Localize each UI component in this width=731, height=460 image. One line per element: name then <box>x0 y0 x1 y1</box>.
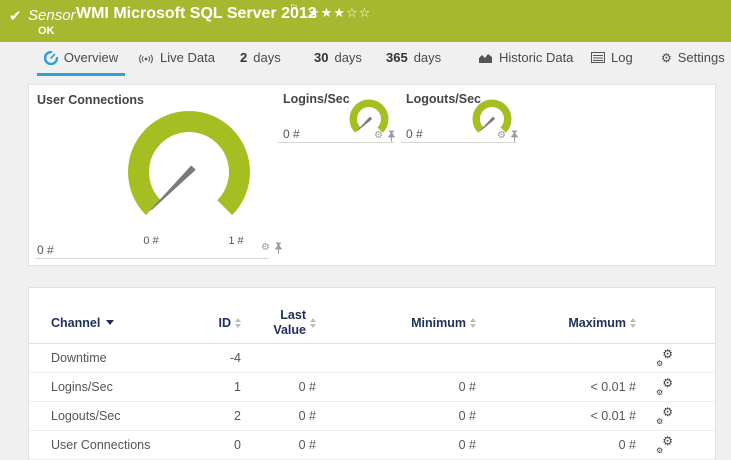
tab-label: Overview <box>63 50 119 65</box>
widget-underline <box>278 142 394 143</box>
tab-historic-data[interactable]: Historic Data <box>478 42 573 73</box>
gauge-icon <box>43 50 58 65</box>
flag-icon[interactable]: ⚐ <box>289 2 299 15</box>
channel-minimum: 0 # <box>458 380 476 394</box>
column-header-minimum[interactable]: Minimum <box>316 316 476 330</box>
tab-2-days[interactable]: 2 days <box>240 42 281 73</box>
channel-last-value: 0 # <box>298 380 316 394</box>
tab-label: Live Data <box>160 50 215 65</box>
gauge-widget-actions: ⚙ <box>261 242 283 254</box>
tab-label: Log <box>611 50 633 65</box>
channel-id: 2 <box>234 409 241 423</box>
column-header-id[interactable]: ID <box>196 316 241 330</box>
gear-icon[interactable]: ⚙ <box>497 131 506 141</box>
tab-live-data[interactable]: Live Data <box>138 42 215 73</box>
channel-name[interactable]: Logins/Sec <box>29 380 196 394</box>
object-kind-label: Sensor <box>28 7 76 24</box>
widget-underline <box>35 258 269 259</box>
tab-label: Historic Data <box>499 50 574 65</box>
channel-id: 1 <box>234 380 241 394</box>
sort-icon <box>630 317 636 328</box>
chart-icon <box>478 52 493 64</box>
priority-stars[interactable]: ★★★☆☆ <box>308 5 371 21</box>
table-row-logouts: Logouts/Sec 2 0 # 0 # < 0.01 # ⚙ ⚙ <box>29 402 715 431</box>
column-header-last-value[interactable]: Last Value <box>241 308 316 337</box>
tab-log[interactable]: Log <box>591 42 633 73</box>
tab-label: days <box>253 50 281 65</box>
live-signal-icon <box>138 52 154 64</box>
sort-desc-icon <box>106 320 115 325</box>
column-label: Minimum <box>411 315 466 330</box>
gear-icon[interactable]: ⚙ <box>374 131 383 141</box>
table-row-logins: Logins/Sec 1 0 # 0 # < 0.01 # ⚙ ⚙ <box>29 373 715 402</box>
user-connections-gauge <box>128 110 250 216</box>
log-list-icon <box>591 52 605 63</box>
gauge-widget-actions: ⚙ <box>374 130 396 142</box>
status-ok-check-icon: ✔ <box>9 8 22 25</box>
channel-settings-gears-icon[interactable]: ⚙ ⚙ <box>656 435 673 455</box>
gauge-needle <box>151 165 196 210</box>
channel-name[interactable]: User Connections <box>29 438 196 452</box>
gauge-current-value: 0 # <box>406 127 423 141</box>
channel-maximum: 0 # <box>618 438 636 452</box>
table-row-downtime: Downtime -4 ⚙ ⚙ <box>29 344 715 373</box>
settings-gear-icon: ⚙ <box>661 50 672 65</box>
pin-icon[interactable] <box>387 130 396 142</box>
tab-label: Settings <box>677 50 725 65</box>
overview-gauges-panel: User Connections 0 # 1 # 0 # ⚙ Logins/Se… <box>28 84 716 266</box>
channel-settings-gears-icon[interactable]: ⚙ ⚙ <box>656 377 673 397</box>
tab-label: days <box>334 50 362 65</box>
gear-icon[interactable]: ⚙ <box>261 243 270 253</box>
widget-underline <box>401 142 517 143</box>
tab-365-days[interactable]: 365 days <box>386 42 441 73</box>
channel-id: -4 <box>229 351 241 365</box>
channel-id: 0 <box>234 438 241 452</box>
gauge-widget-actions: ⚙ <box>497 130 519 142</box>
gauge-needle <box>357 116 373 131</box>
sensor-title: WMI Microsoft SQL Server 2012 <box>76 5 317 22</box>
tab-settings[interactable]: ⚙ Settings <box>661 42 725 73</box>
channel-name[interactable]: Logouts/Sec <box>29 409 196 423</box>
column-label: Channel <box>51 315 101 330</box>
channel-name[interactable]: Downtime <box>29 351 196 365</box>
pin-icon[interactable] <box>510 130 519 142</box>
channel-minimum: 0 # <box>458 438 476 452</box>
table-row-user-connections: User Connections 0 0 # 0 # 0 # ⚙ ⚙ <box>29 431 715 460</box>
status-badge: OK <box>38 25 55 37</box>
gauge-scale-min: 0 # <box>143 235 159 247</box>
tab-number: 365 <box>386 50 408 65</box>
channel-minimum: 0 # <box>458 409 476 423</box>
channel-settings-gears-icon[interactable]: ⚙ ⚙ <box>656 406 673 426</box>
channels-table-panel: Channel ID Last Value Minimum Maximum Do… <box>28 287 716 460</box>
channel-maximum: < 0.01 # <box>590 409 636 423</box>
column-label: ID <box>218 315 232 330</box>
channel-last-value: 0 # <box>298 409 316 423</box>
channel-last-value: 0 # <box>298 438 316 452</box>
tab-label: days <box>413 50 442 65</box>
gauge-needle <box>480 116 496 131</box>
channel-maximum: < 0.01 # <box>590 380 636 394</box>
tab-overview[interactable]: Overview <box>37 42 125 76</box>
tab-number: 30 <box>314 50 329 65</box>
gauge-current-value: 0 # <box>283 127 300 141</box>
gauge-current-value: 0 # <box>37 243 54 257</box>
gauge-title-logins: Logins/Sec <box>283 92 350 106</box>
column-label: Maximum <box>568 315 626 330</box>
tab-30-days[interactable]: 30 days <box>314 42 362 73</box>
pin-icon[interactable] <box>274 242 283 254</box>
column-header-maximum[interactable]: Maximum <box>476 316 636 330</box>
tab-number: 2 <box>240 50 248 65</box>
sensor-status-bar: ✔ Sensor WMI Microsoft SQL Server 2012 ⚐… <box>0 0 731 42</box>
channel-settings-gears-icon[interactable]: ⚙ ⚙ <box>656 348 673 368</box>
column-header-channel[interactable]: Channel <box>29 316 196 330</box>
column-label: Last Value <box>273 308 306 337</box>
table-header-row: Channel ID Last Value Minimum Maximum <box>29 302 715 344</box>
gauge-scale-max: 1 # <box>228 235 244 247</box>
